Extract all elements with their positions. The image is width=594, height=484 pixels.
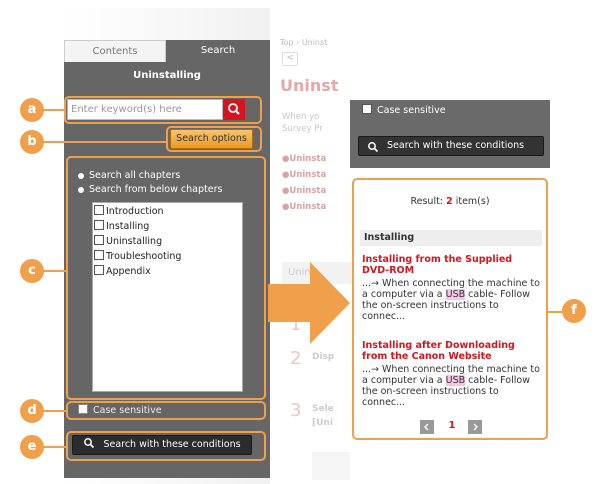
annotation-box-a (64, 96, 262, 124)
case-sensitive-label: Case sensitive (377, 105, 446, 116)
bg-heading: Uninst (280, 76, 339, 95)
bg-link: ●Uninsta (282, 202, 327, 212)
bg-back-button: < (282, 52, 298, 66)
result-snippet-2: ...→ When connecting the machine to a co… (362, 364, 540, 408)
marker-a: a (20, 98, 44, 122)
result-title-1[interactable]: Installing from the Supplied DVD-ROM (362, 254, 544, 276)
result-category: Installing (360, 230, 542, 246)
pager-next-button[interactable] (468, 420, 482, 434)
result-count-label: Result: (410, 196, 444, 207)
tab-bar: Contents Search (64, 40, 270, 62)
bg-step-text: [Uni (312, 418, 333, 428)
result-title-2[interactable]: Installing after Downloading from the Can… (362, 340, 544, 362)
marker-c: c (20, 259, 44, 283)
case-sensitive-checkbox[interactable]: Case sensitive (362, 104, 446, 116)
leader-line-e (40, 446, 68, 448)
bg-link: ●Uninsta (282, 170, 327, 180)
panel-title: Uninstalling (133, 70, 201, 81)
tab-search[interactable]: Search (166, 40, 270, 62)
pager-current-page[interactable]: 1 (442, 420, 462, 431)
marker-f: f (562, 299, 586, 323)
result-count-number: 2 (446, 196, 453, 207)
pagination: 1 (420, 420, 484, 434)
bg-step-number: 2 (290, 348, 302, 369)
result-count: Result: 2 item(s) (352, 196, 548, 207)
annotation-box-c (66, 156, 266, 400)
search-icon (368, 142, 379, 153)
leader-line-d (40, 410, 68, 412)
annotation-box-d (66, 401, 266, 420)
search-button-label: Search with these conditions (387, 140, 525, 151)
annotation-box-b (166, 126, 262, 152)
checkbox-icon (362, 104, 372, 114)
result-snippet-1: ...→ When connecting the machine to a co… (362, 278, 540, 322)
chevron-left-icon (424, 423, 429, 431)
bg-thumbnail (312, 452, 350, 480)
bg-intro-line: When yo (282, 112, 320, 122)
arrow-right-icon (268, 262, 350, 344)
bg-step-text: Sele (312, 404, 334, 414)
bg-breadcrumb: Top › Uninst (280, 38, 328, 47)
chevron-right-icon (473, 423, 478, 431)
marker-b: b (20, 130, 44, 154)
marker-d: d (20, 399, 44, 423)
tab-contents[interactable]: Contents (64, 40, 166, 62)
leader-line-c (40, 270, 68, 272)
pager-prev-button[interactable] (420, 420, 434, 434)
leader-line-b (40, 141, 168, 143)
result-count-unit: item(s) (455, 196, 490, 207)
bg-link: ●Uninsta (282, 186, 327, 196)
bg-step-number: 3 (290, 400, 302, 421)
marker-e: e (20, 435, 44, 459)
bg-step-text: Disp (312, 352, 335, 362)
search-with-conditions-button[interactable]: Search with these conditions (358, 136, 544, 156)
bg-link: ●Uninsta (282, 154, 327, 164)
bg-intro-line: Survey Pr (282, 124, 323, 134)
annotation-box-e (66, 431, 266, 461)
